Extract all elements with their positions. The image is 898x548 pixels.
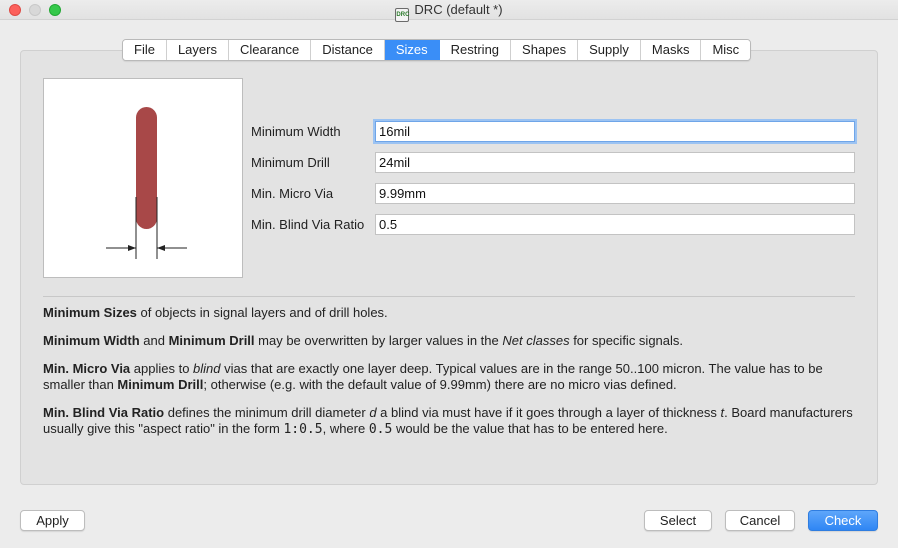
min-width-diagram (106, 107, 187, 259)
desc-bold: Minimum Drill (168, 333, 255, 348)
desc-text: for specific signals. (569, 333, 684, 348)
desc-italic: d (369, 405, 377, 420)
desc-italic: blind (193, 361, 221, 376)
select-button[interactable]: Select (644, 510, 712, 531)
desc-bold: Min. Micro Via (43, 361, 131, 376)
min-blind-via-ratio-input[interactable] (375, 214, 855, 235)
title-bar: DRC DRC (default *) (0, 0, 898, 22)
desc-bold: Minimum Width (43, 333, 140, 348)
desc-bold: Minimum Sizes (43, 305, 137, 320)
desc-text: and (139, 333, 169, 348)
min-drill-input[interactable] (375, 152, 855, 173)
desc-mono: 0.5 (368, 422, 393, 437)
tab-shapes[interactable]: Shapes (511, 40, 579, 60)
desc-italic: Net classes (502, 333, 570, 348)
tab-distance[interactable]: Distance (311, 40, 385, 60)
desc-text: a blind via must have if it goes through… (376, 405, 721, 420)
sizes-illustration (43, 78, 243, 278)
tab-clearance[interactable]: Clearance (228, 40, 312, 60)
tab-masks[interactable]: Masks (640, 40, 702, 60)
desc-paragraph-1: Minimum Sizes of objects in signal layer… (43, 305, 855, 321)
tab-supply[interactable]: Supply (578, 40, 641, 60)
tab-bar: File Layers Clearance Distance Sizes Res… (122, 39, 752, 61)
desc-text: applies to (130, 361, 194, 376)
check-button[interactable]: Check (808, 510, 878, 531)
desc-paragraph-2: Minimum Width and Minimum Drill may be o… (43, 333, 855, 349)
desc-paragraph-3: Min. Micro Via applies to blind vias tha… (43, 361, 855, 393)
desc-text: , where (322, 421, 369, 436)
window-title-wrap: DRC DRC (default *) (0, 2, 898, 22)
min-blind-via-ratio-label: Min. Blind Via Ratio (251, 217, 365, 232)
min-micro-via-input[interactable] (375, 183, 855, 204)
trace-shape (136, 107, 157, 229)
tab-sizes[interactable]: Sizes (384, 40, 440, 60)
tab-file[interactable]: File (123, 40, 167, 60)
desc-text: of objects in signal layers and of drill… (136, 305, 388, 320)
min-micro-via-label: Min. Micro Via (251, 186, 334, 201)
window-title: DRC (default *) (414, 2, 503, 17)
desc-text: would be the value that has to be entere… (392, 421, 668, 436)
min-drill-label: Minimum Drill (251, 155, 330, 170)
separator (43, 296, 855, 297)
tab-layers[interactable]: Layers (166, 40, 229, 60)
desc-text: defines the minimum drill diameter (164, 405, 370, 420)
desc-paragraph-4: Min. Blind Via Ratio defines the minimum… (43, 405, 855, 438)
arrow-left-icon (157, 245, 165, 251)
min-width-input[interactable] (375, 121, 855, 142)
desc-mono: 1:0.5 (283, 422, 323, 437)
desc-bold: Minimum Drill (117, 377, 204, 392)
app-icon: DRC (395, 8, 410, 22)
apply-button[interactable]: Apply (20, 510, 85, 531)
tab-restring[interactable]: Restring (439, 40, 512, 60)
cancel-button[interactable]: Cancel (725, 510, 795, 531)
desc-text: ; otherwise (e.g. with the default value… (203, 377, 677, 392)
desc-bold: Min. Blind Via Ratio (43, 405, 165, 420)
tab-misc[interactable]: Misc (701, 40, 751, 60)
desc-text: may be overwritten by larger values in t… (254, 333, 503, 348)
min-width-label: Minimum Width (251, 124, 341, 139)
arrow-right-icon (128, 245, 136, 251)
